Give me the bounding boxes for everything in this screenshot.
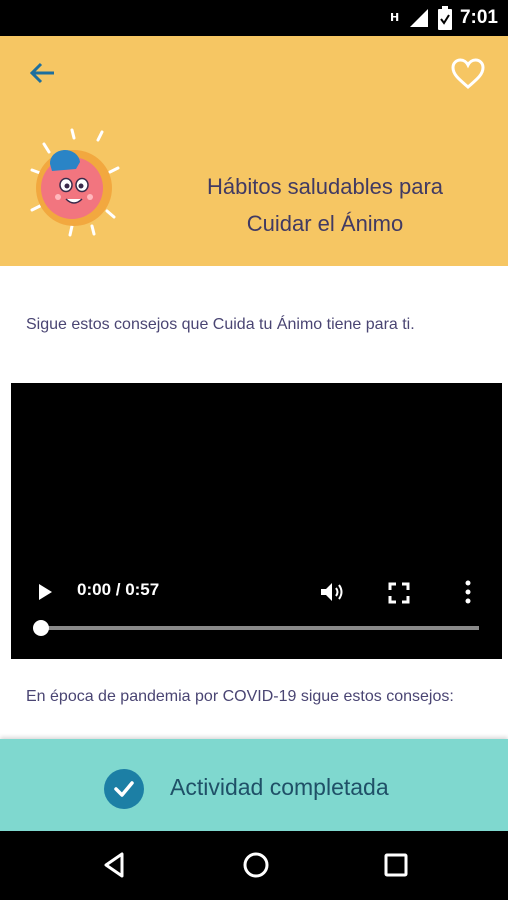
title-line-1: Hábitos saludables para	[206, 174, 444, 199]
network-h-icon: H	[390, 11, 399, 24]
system-nav-bar	[0, 831, 508, 900]
arrow-left-icon	[29, 62, 54, 84]
mascot-illustration	[30, 128, 120, 237]
activity-title: Hábitos saludables para Cuidar el Ánimo	[170, 168, 480, 242]
favorite-button[interactable]	[450, 56, 486, 92]
video-time: 0:00 / 0:57	[77, 580, 160, 599]
intro-text: Sigue estos consejos que Cuida tu Ánimo …	[26, 316, 415, 333]
home-circle-icon[interactable]	[240, 849, 272, 881]
recents-square-icon[interactable]	[380, 849, 412, 881]
signal-icon	[409, 9, 428, 27]
activity-complete-label: Actividad completada	[170, 774, 389, 800]
status-bar: H 7:01	[0, 0, 508, 36]
status-icons: H 7:01	[390, 0, 498, 36]
video-progress-thumb[interactable]	[33, 620, 49, 636]
more-vert-icon[interactable]	[458, 579, 478, 605]
clock: 7:01	[459, 7, 498, 28]
volume-icon[interactable]	[318, 580, 346, 604]
pandemic-text: En época de pandemia por COVID-19 sigue …	[26, 688, 454, 705]
heart-outline-icon	[451, 58, 485, 89]
video-progress-track[interactable]	[41, 626, 479, 630]
activity-header: Hábitos saludables para Cuidar el Ánimo	[0, 36, 508, 266]
check-circle-icon[interactable]	[104, 769, 144, 809]
back-triangle-icon[interactable]	[100, 849, 132, 881]
check-icon	[114, 781, 134, 797]
activity-complete-bar[interactable]: Actividad completada	[0, 739, 508, 831]
title-line-2: Cuidar el Ánimo	[246, 211, 404, 236]
fullscreen-icon[interactable]	[388, 582, 410, 604]
back-button[interactable]	[26, 56, 60, 90]
play-icon[interactable]	[35, 582, 55, 602]
video-player[interactable]: 0:00 / 0:57	[11, 383, 502, 659]
svg-text:H: H	[390, 11, 399, 24]
battery-icon	[437, 6, 452, 30]
